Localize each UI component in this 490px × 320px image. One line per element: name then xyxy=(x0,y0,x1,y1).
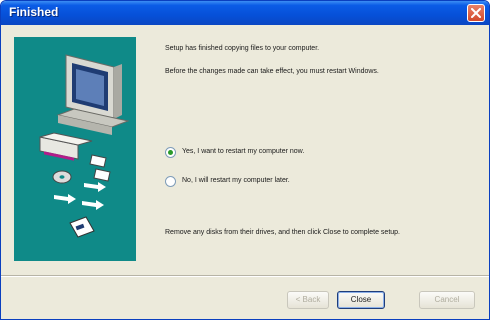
restart-now-radio[interactable] xyxy=(165,147,176,158)
finished-copying-text: Setup has finished copying files to your… xyxy=(165,45,320,52)
computer-with-disks-icon xyxy=(39,54,130,238)
title-bar[interactable]: Finished xyxy=(1,1,489,25)
close-window-button[interactable] xyxy=(467,4,485,22)
setup-dialog: Finished Setup has finished copying file… xyxy=(0,0,490,320)
restart-required-text: Before the changes made can take effect,… xyxy=(165,68,379,75)
restart-later-label[interactable]: No, I will restart my computer later. xyxy=(182,177,290,184)
cancel-button[interactable]: Cancel xyxy=(419,291,475,309)
close-button[interactable]: Close xyxy=(337,291,385,309)
setup-illustration-panel xyxy=(14,37,136,261)
restart-later-radio[interactable] xyxy=(165,176,176,187)
restart-now-label[interactable]: Yes, I want to restart my computer now. xyxy=(182,148,304,155)
button-separator xyxy=(1,275,489,277)
back-button[interactable]: < Back xyxy=(287,291,329,309)
close-x-icon xyxy=(471,8,481,18)
window-title: Finished xyxy=(9,5,59,19)
remove-disks-text: Remove any disks from their drives, and … xyxy=(165,229,400,236)
